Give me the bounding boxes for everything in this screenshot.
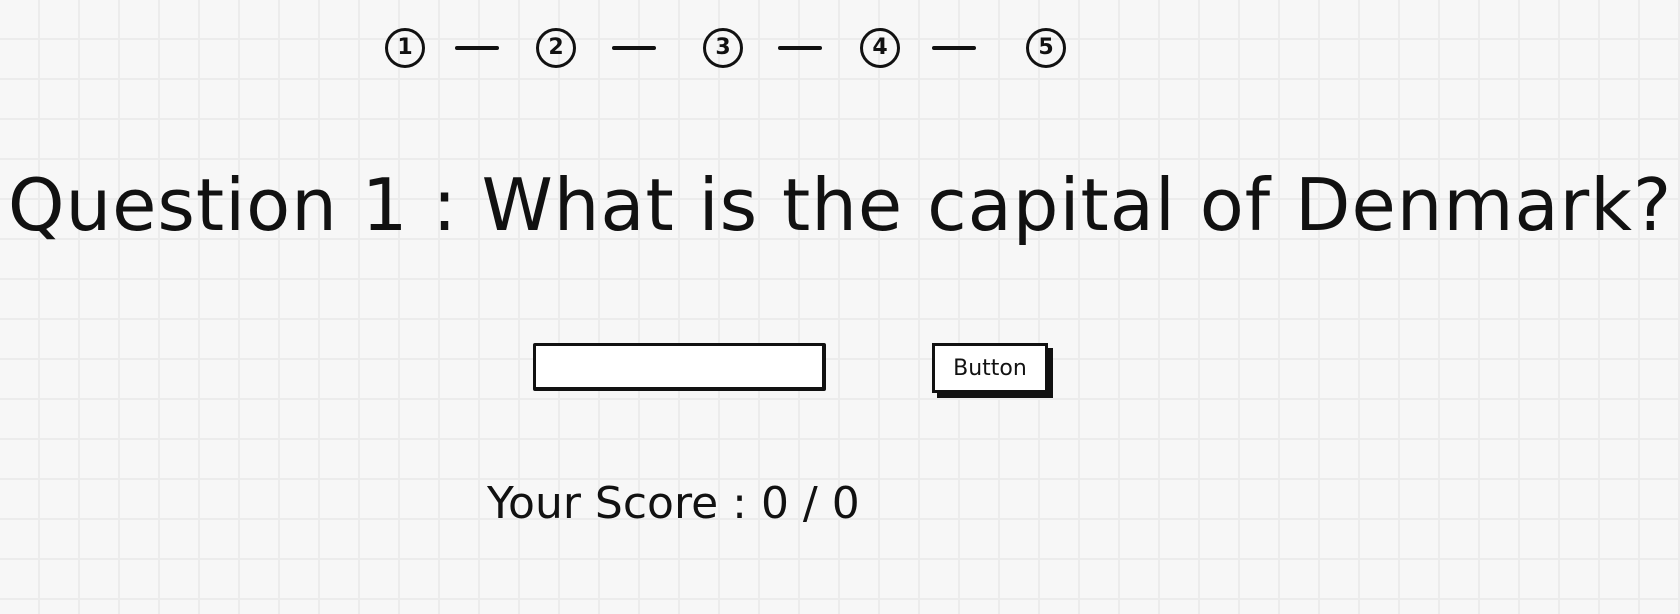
step-connector	[612, 46, 656, 50]
step-connector	[778, 46, 822, 50]
answer-input[interactable]	[533, 343, 826, 391]
step-5[interactable]: 5	[1026, 28, 1066, 68]
step-3[interactable]: 3	[703, 28, 743, 68]
step-1[interactable]: 1	[385, 28, 425, 68]
step-connector	[455, 46, 499, 50]
submit-button[interactable]: Button	[932, 343, 1048, 393]
question-stepper: 1 2 3 4 5	[0, 0, 1680, 100]
step-connector	[932, 46, 976, 50]
step-2[interactable]: 2	[536, 28, 576, 68]
question-title: Question 1 : What is the capital of Denm…	[7, 163, 1673, 247]
score-label: Your Score : 0 / 0	[487, 478, 860, 529]
step-4[interactable]: 4	[860, 28, 900, 68]
